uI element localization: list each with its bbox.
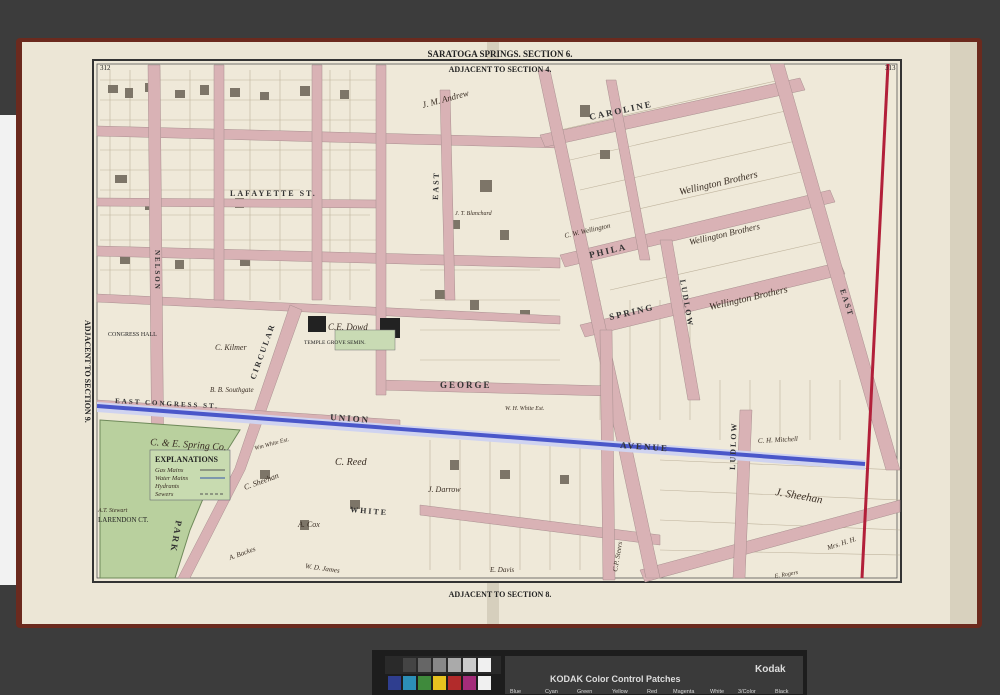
- adjacent-top-label: ADJACENT TO SECTION 4.: [449, 65, 552, 74]
- adjacent-left-label: ADJACENT TO SECTION 9.: [83, 320, 92, 423]
- legend-gas-mains: Gas Mains: [155, 467, 184, 474]
- kodak-label-white: White: [710, 689, 724, 695]
- explanations-title: EXPLANATIONS: [155, 455, 219, 464]
- owner-e-davis: E. Davis: [489, 566, 514, 574]
- kodak-color-bar: KODAK Color Control Patches Kodak Blue C…: [372, 650, 807, 695]
- street-george-label: GEORGE: [440, 380, 492, 390]
- adjacent-bottom-label: ADJACENT TO SECTION 8.: [449, 590, 552, 599]
- page-number-right: 313: [885, 64, 896, 72]
- congress-hall-label: CONGRESS HALL: [108, 332, 157, 338]
- atlas-page: EXPLANATIONS Gas Mains Water Mains Hydra…: [0, 0, 1000, 695]
- kodak-label-black: Black: [775, 689, 789, 695]
- owner-c-reed: C. Reed: [335, 457, 368, 468]
- explanations-legend: EXPLANATIONS Gas Mains Water Mains Hydra…: [149, 449, 231, 501]
- owner-j-darrow: J. Darrow: [428, 485, 461, 494]
- owner-b-b-southgate: B. B. Southgate: [210, 386, 254, 394]
- street-nelson-label: NELSON: [153, 250, 161, 291]
- legend-hydrants: Hydrants: [154, 483, 180, 490]
- kodak-label-blue: Blue: [510, 689, 521, 695]
- owner-c-e-dowd: C.E. Dowd: [328, 322, 368, 332]
- lafayette-street: [96, 197, 381, 209]
- legend-water-mains: Water Mains: [155, 475, 189, 482]
- kodak-title: KODAK Color Control Patches: [550, 674, 681, 684]
- page-number-left: 312: [100, 64, 111, 72]
- kodak-label-yellow: Yellow: [612, 689, 628, 695]
- kodak-brand: Kodak: [755, 664, 786, 675]
- kodak-label-green: Green: [577, 689, 592, 695]
- legend-sewers: Sewers: [155, 491, 174, 498]
- owner-a-t-stewart: A.T. Stewart: [97, 508, 128, 514]
- street-ludlow-south-label: LUDLOW: [728, 421, 739, 470]
- street-larendon-label: LARENDON CT.: [98, 516, 149, 524]
- temple-grove-seminary-label: TEMPLE GROVE SEMIN.: [304, 340, 366, 346]
- kodak-label-red: Red: [647, 689, 657, 695]
- kodak-label-magenta: Magenta: [673, 689, 695, 695]
- street-east-label: EAST: [431, 171, 441, 200]
- owner-j-t-blanchard: J. T. Blanchard: [455, 211, 493, 217]
- kodak-label-3color: 3/Color: [738, 689, 756, 695]
- owner-a-cox: A. Cox: [297, 520, 320, 529]
- map-title: SARATOGA SPRINGS. SECTION 6.: [428, 49, 573, 59]
- kodak-label-cyan: Cyan: [545, 689, 558, 695]
- street-lafayette-label: LAFAYETTE ST.: [230, 189, 317, 198]
- owner-c-kilmer: C. Kilmer: [215, 343, 247, 352]
- owner-w-h-white-est: W. H. White Est.: [505, 406, 544, 412]
